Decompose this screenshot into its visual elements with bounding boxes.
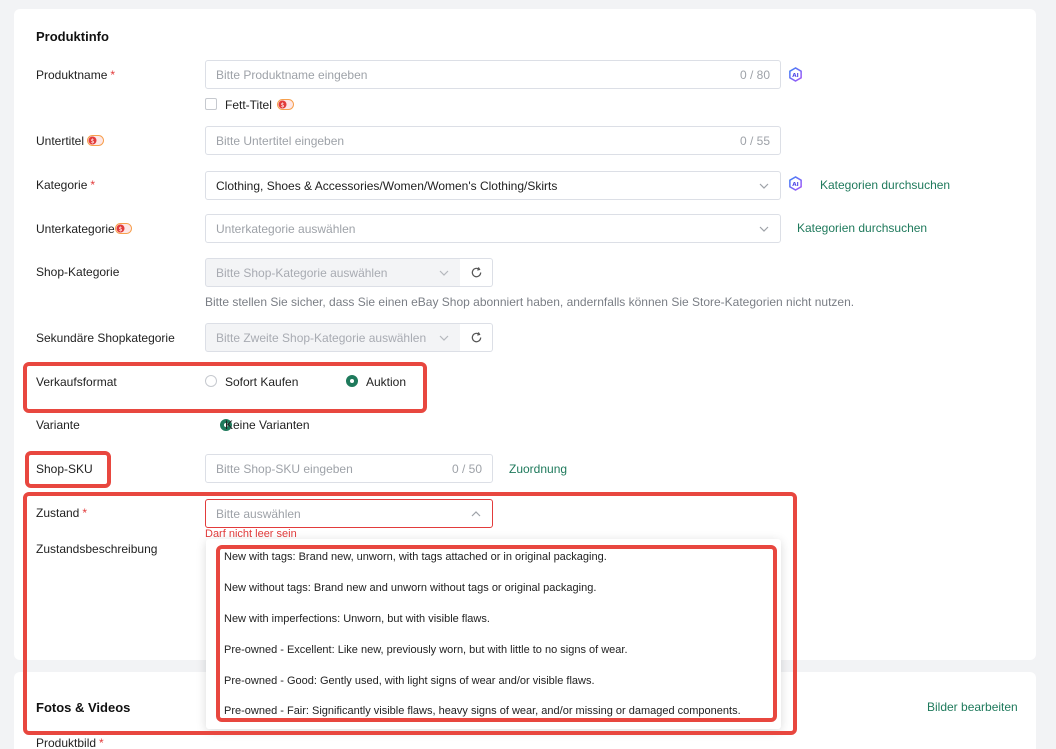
- product-name-counter: 0 / 80: [739, 67, 770, 82]
- secondary-shop-category-refresh-button[interactable]: [460, 323, 493, 352]
- ai-icon[interactable]: AI: [788, 176, 803, 191]
- product-image-label: Produktbild *: [36, 736, 104, 749]
- subcategory-label: Unterkategorie: [36, 222, 115, 236]
- subcategory-search-link[interactable]: Kategorien durchsuchen: [797, 221, 927, 235]
- category-select[interactable]: Clothing, Shoes & Accessories/Women/Wome…: [205, 171, 781, 200]
- premium-badge-icon: $: [87, 135, 104, 146]
- premium-badge-icon: $: [115, 223, 132, 234]
- subtitle-label: Untertitel: [36, 134, 85, 148]
- secondary-shop-category-label: Sekundäre Shopkategorie: [36, 331, 175, 345]
- svg-text:$: $: [91, 138, 95, 145]
- shop-category-hint: Bitte stellen Sie sicher, dass Sie einen…: [205, 295, 855, 309]
- sku-mapping-link[interactable]: Zuordnung: [509, 462, 567, 476]
- shop-category-refresh-button[interactable]: [460, 258, 493, 287]
- shop-sku-input[interactable]: Bitte Shop-SKU eingeben 0 / 50: [205, 454, 493, 483]
- highlight-box-sales-format: [23, 362, 427, 413]
- category-search-link[interactable]: Kategorien durchsuchen: [820, 178, 950, 192]
- premium-badge-icon: $: [277, 99, 294, 110]
- ai-icon[interactable]: AI: [788, 67, 803, 82]
- edit-images-link[interactable]: Bilder bearbeiten: [927, 700, 1018, 714]
- product-name-input[interactable]: Bitte Produktname eingeben 0 / 80: [205, 60, 781, 89]
- svg-text:AI: AI: [792, 73, 798, 79]
- variant-option-label[interactable]: Keine Varianten: [225, 418, 310, 432]
- refresh-icon: [471, 332, 481, 343]
- chevron-down-icon: [439, 335, 449, 341]
- svg-text:AI: AI: [792, 182, 798, 188]
- secondary-shop-category-select[interactable]: Bitte Zweite Shop-Kategorie auswählen: [205, 323, 461, 352]
- subtitle-input[interactable]: Bitte Untertitel eingeben 0 / 55: [205, 126, 781, 155]
- highlight-box-shop-sku: [25, 451, 111, 488]
- svg-text:$: $: [281, 102, 285, 109]
- bold-title-label: Fett-Titel: [225, 98, 272, 112]
- chevron-down-icon: [759, 183, 769, 189]
- refresh-icon: [471, 267, 481, 278]
- category-label: Kategorie *: [36, 178, 96, 192]
- subcategory-select[interactable]: Unterkategorie auswählen: [205, 214, 781, 243]
- subtitle-counter: 0 / 55: [739, 133, 770, 148]
- shop-category-label: Shop-Kategorie: [36, 265, 120, 279]
- section-title-productinfo: Produktinfo: [36, 29, 109, 44]
- svg-text:$: $: [119, 226, 123, 233]
- chevron-down-icon: [439, 270, 449, 276]
- variant-label: Variante: [36, 418, 80, 432]
- shop-category-select[interactable]: Bitte Shop-Kategorie auswählen: [205, 258, 461, 287]
- shop-sku-counter: 0 / 50: [451, 461, 482, 476]
- chevron-down-icon: [759, 226, 769, 232]
- bold-title-checkbox[interactable]: [205, 98, 217, 110]
- highlight-box-condition-options: [216, 545, 777, 722]
- product-name-label: Produktname *: [36, 68, 116, 82]
